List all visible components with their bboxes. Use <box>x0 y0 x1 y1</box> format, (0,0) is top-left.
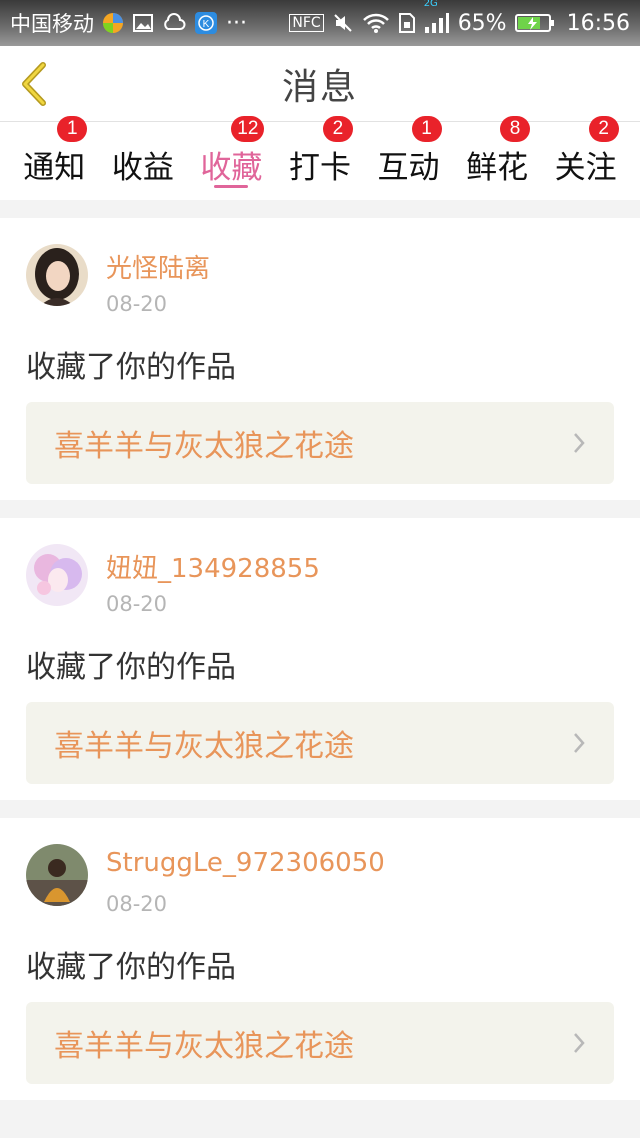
notification-badge: 2 <box>588 116 619 142</box>
tab-label: 通知 <box>23 149 86 186</box>
message-text: 收藏了你的作品 <box>26 950 236 985</box>
avatar[interactable] <box>26 244 88 306</box>
status-bar: 中国移动 K ··· NFC 2G 65% 16:56 <box>0 0 640 46</box>
chevron-left-icon <box>22 62 46 106</box>
app-logo-icon <box>102 12 124 34</box>
work-link[interactable]: 喜羊羊与灰太狼之花途 <box>26 402 614 484</box>
cloud-icon <box>162 13 186 33</box>
notification-badge: 2 <box>322 116 353 142</box>
carrier-label: 中国移动 <box>10 12 94 36</box>
work-title: 喜羊羊与灰太狼之花途 <box>54 729 354 764</box>
tab-following[interactable]: 关注 2 <box>543 116 629 200</box>
tab-flowers[interactable]: 鲜花 8 <box>454 116 540 200</box>
clock: 16:56 <box>566 10 630 36</box>
avatar[interactable] <box>26 544 88 606</box>
message-date: 08-20 <box>106 592 168 616</box>
nfc-icon: NFC <box>289 14 324 32</box>
notification-badge: 8 <box>500 116 531 142</box>
message-card: StruggLe_972306050 08-20 收藏了你的作品 喜羊羊与灰太狼… <box>0 818 640 1100</box>
tab-bar: 通知 1 收益 收藏 12 打卡 2 互动 1 鲜花 8 关注 2 <box>0 116 640 200</box>
username[interactable]: 光怪陆离 <box>106 248 210 285</box>
notification-badge: 12 <box>231 116 265 142</box>
chevron-right-icon <box>574 1033 585 1053</box>
k-app-icon: K <box>194 11 218 35</box>
message-date: 08-20 <box>106 292 168 316</box>
header: 消息 <box>0 46 640 122</box>
tab-label: 关注 <box>554 149 617 186</box>
avatar[interactable] <box>26 844 88 906</box>
notification-badge: 1 <box>411 116 442 142</box>
work-link[interactable]: 喜羊羊与灰太狼之花途 <box>26 1002 614 1084</box>
tab-checkin[interactable]: 打卡 2 <box>277 116 363 200</box>
svg-text:K: K <box>203 19 210 30</box>
wifi-icon <box>362 12 390 34</box>
chevron-right-icon <box>574 433 585 453</box>
tab-earnings[interactable]: 收益 <box>100 122 186 200</box>
tab-label: 收益 <box>111 149 174 186</box>
tab-interaction[interactable]: 互动 1 <box>366 116 452 200</box>
message-card: 妞妞_134928855 08-20 收藏了你的作品 喜羊羊与灰太狼之花途 <box>0 518 640 800</box>
username[interactable]: StruggLe_972306050 <box>106 848 385 878</box>
tab-label: 打卡 <box>288 149 351 186</box>
message-text: 收藏了你的作品 <box>26 650 236 685</box>
battery-charging-icon <box>514 12 555 34</box>
tab-label: 收藏 <box>200 149 263 186</box>
message-text: 收藏了你的作品 <box>26 350 236 385</box>
battery-percent: 65% <box>457 10 507 36</box>
back-button[interactable] <box>14 60 54 108</box>
message-date: 08-20 <box>106 892 168 916</box>
tab-notice[interactable]: 通知 1 <box>11 116 97 200</box>
work-title: 喜羊羊与灰太狼之花途 <box>54 429 354 464</box>
notification-badge: 1 <box>57 116 88 142</box>
message-card: 光怪陆离 08-20 收藏了你的作品 喜羊羊与灰太狼之花途 <box>0 218 640 500</box>
tab-label: 鲜花 <box>466 149 529 186</box>
image-icon <box>132 12 154 34</box>
tab-label: 互动 <box>377 149 440 186</box>
active-tab-indicator <box>214 185 249 188</box>
page-title: 消息 <box>281 66 358 108</box>
mute-icon <box>332 12 354 34</box>
chevron-right-icon <box>574 733 585 753</box>
sim-icon <box>398 12 416 34</box>
network-type-label: 2G <box>423 0 438 9</box>
more-notifications-icon: ··· <box>226 10 247 36</box>
signal-icon: 2G <box>424 0 450 34</box>
username[interactable]: 妞妞_134928855 <box>106 548 320 585</box>
work-link[interactable]: 喜羊羊与灰太狼之花途 <box>26 702 614 784</box>
tab-favorites[interactable]: 收藏 12 <box>188 116 274 200</box>
message-list: 光怪陆离 08-20 收藏了你的作品 喜羊羊与灰太狼之花途 妞妞_1349288… <box>0 218 640 1118</box>
work-title: 喜羊羊与灰太狼之花途 <box>54 1029 354 1064</box>
